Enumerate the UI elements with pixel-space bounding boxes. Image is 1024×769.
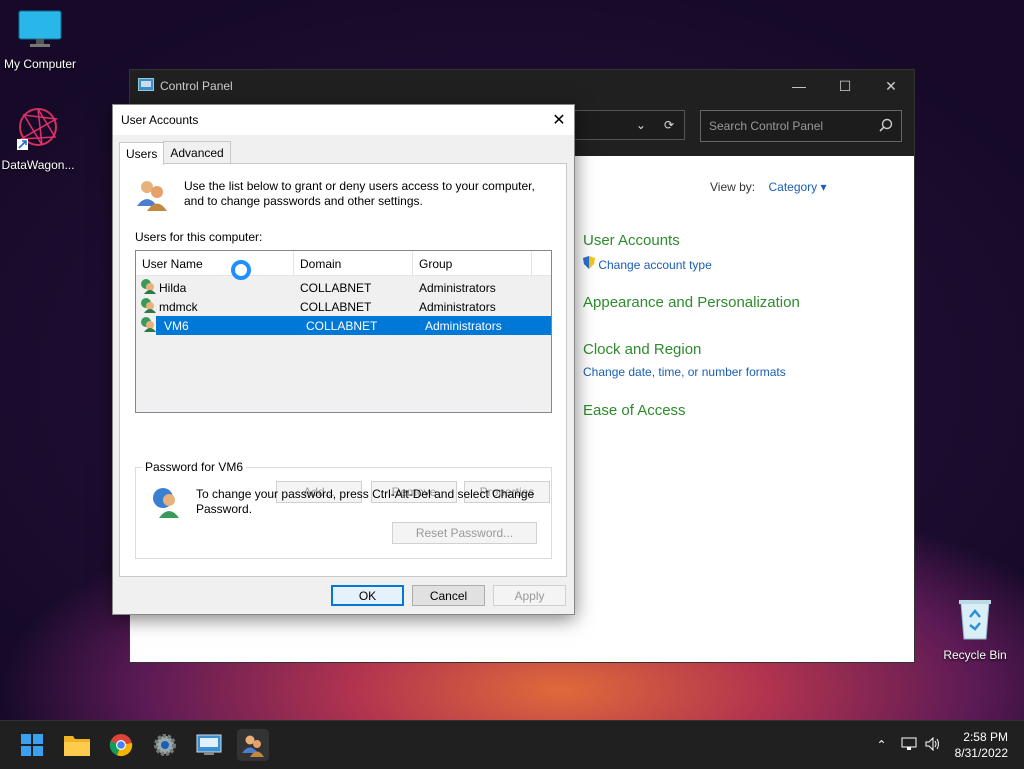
chevron-down-icon[interactable]: ⌄ (636, 118, 646, 132)
control-panel-icon (138, 77, 154, 95)
control-panel-titlebar[interactable]: Control Panel — ☐ ✕ (130, 70, 914, 102)
category-appearance[interactable]: Appearance and Personalization (583, 294, 800, 311)
password-instructions: To change your password, press Ctrl-Alt-… (196, 487, 535, 516)
desktop-icon-label: My Computer (3, 57, 77, 71)
monitor-icon (0, 10, 80, 53)
volume-icon[interactable] (925, 736, 941, 754)
view-by-dropdown[interactable]: Category ▾ (768, 180, 826, 194)
intro-text: Use the list below to grant or deny user… (184, 179, 535, 208)
desktop-icon-label: DataWagon... (1, 158, 75, 172)
taskbar: ⌃ 2:58 PM 8/31/2022 (0, 720, 1024, 769)
desktop-icon-label: Recycle Bin (943, 648, 1007, 662)
refresh-icon[interactable]: ⟳ (664, 118, 674, 132)
recycle-bin-icon (935, 597, 1015, 644)
file-explorer-icon[interactable] (61, 729, 93, 761)
datawagon-logo-icon (0, 105, 78, 154)
reset-password-button[interactable]: Reset Password... (392, 522, 537, 544)
view-by-label: View by: (710, 180, 756, 194)
user-domain: COLLABNET (300, 280, 372, 295)
user-name: VM6 (164, 318, 189, 333)
start-button[interactable] (16, 729, 48, 761)
dialog-close-button[interactable]: ✕ (544, 110, 574, 130)
user-row-vm6-selected[interactable]: VM6 COLLABNET Administrators (136, 316, 551, 335)
password-group-title: Password for VM6 (142, 460, 247, 474)
tab-advanced[interactable]: Advanced (163, 141, 231, 164)
dialog-title: User Accounts (121, 113, 199, 127)
search-input[interactable]: Search Control Panel (700, 110, 902, 142)
user-accounts-dialog: User Accounts ✕ Users Advanced Use the l… (112, 104, 575, 615)
system-tray: ⌃ 2:58 PM 8/31/2022 (877, 721, 1024, 769)
column-domain[interactable]: Domain (294, 251, 413, 275)
column-group[interactable]: Group (413, 251, 532, 275)
link-change-date-formats[interactable]: Change date, time, or number formats (583, 365, 786, 379)
category-user-accounts[interactable]: User Accounts (583, 232, 680, 249)
user-domain: COLLABNET (306, 318, 378, 333)
clock-time: 2:58 PM (963, 730, 1008, 744)
desktop-icon-my-computer[interactable]: My Computer (0, 10, 80, 71)
control-panel-taskbar-icon[interactable] (193, 729, 225, 761)
users-list-label: Users for this computer: (135, 230, 263, 244)
user-name: Hilda (159, 280, 187, 295)
clock-date: 8/31/2022 (954, 746, 1008, 760)
user-domain: COLLABNET (300, 299, 372, 314)
category-clock-region[interactable]: Clock and Region (583, 341, 701, 358)
cancel-button[interactable]: Cancel (412, 585, 485, 606)
users-list-header: User Name Domain Group (136, 251, 551, 276)
shield-icon (583, 256, 595, 272)
clock[interactable]: 2:58 PM 8/31/2022 (955, 729, 1008, 761)
desktop-icon-recycle-bin[interactable]: Recycle Bin (935, 597, 1015, 662)
user-key-icon (151, 486, 183, 521)
user-icon (140, 278, 156, 297)
user-row-mdmck[interactable]: mdmck COLLABNET Administrators (136, 297, 551, 316)
close-button[interactable]: ✕ (868, 70, 914, 102)
minimize-button[interactable]: — (776, 70, 822, 102)
user-group: Administrators (419, 299, 496, 314)
user-icon (140, 316, 156, 335)
user-accounts-taskbar-icon[interactable] (237, 729, 269, 761)
user-row-hilda[interactable]: Hilda COLLABNET Administrators (136, 278, 551, 297)
settings-gear-icon[interactable] (149, 729, 181, 761)
busy-cursor-icon (231, 260, 251, 280)
control-panel-title: Control Panel (160, 79, 233, 93)
user-name: mdmck (159, 299, 198, 314)
tab-users[interactable]: Users (119, 142, 165, 165)
desktop-icon-datawagon[interactable]: DataWagon... (0, 105, 78, 172)
maximize-button[interactable]: ☐ (822, 70, 868, 102)
network-icon[interactable] (901, 737, 917, 754)
dialog-titlebar[interactable]: User Accounts ✕ (113, 105, 574, 135)
users-tab-panel: Use the list below to grant or deny user… (119, 163, 567, 577)
user-group: Administrators (419, 280, 496, 295)
address-bar[interactable]: ⌄ ⟳ (570, 110, 685, 140)
chevron-up-icon[interactable]: ⌃ (877, 738, 887, 752)
user-icon (140, 297, 156, 316)
category-ease-of-access[interactable]: Ease of Access (583, 402, 686, 419)
password-group: Password for VM6 To change your password… (135, 460, 552, 559)
user-group: Administrators (425, 318, 502, 333)
chrome-icon[interactable] (105, 729, 137, 761)
search-icon[interactable] (879, 118, 893, 135)
ok-button[interactable]: OK (331, 585, 404, 606)
view-by: View by: Category ▾ (710, 180, 827, 194)
users-list[interactable]: User Name Domain Group Hilda COLLABNET A… (135, 250, 552, 413)
users-group-icon (135, 178, 169, 215)
search-placeholder: Search Control Panel (709, 119, 824, 133)
column-user-name[interactable]: User Name (136, 251, 294, 275)
apply-button[interactable]: Apply (493, 585, 566, 606)
link-change-account-type[interactable]: Change account type (583, 256, 712, 272)
dialog-tabs: Users Advanced (119, 141, 231, 165)
